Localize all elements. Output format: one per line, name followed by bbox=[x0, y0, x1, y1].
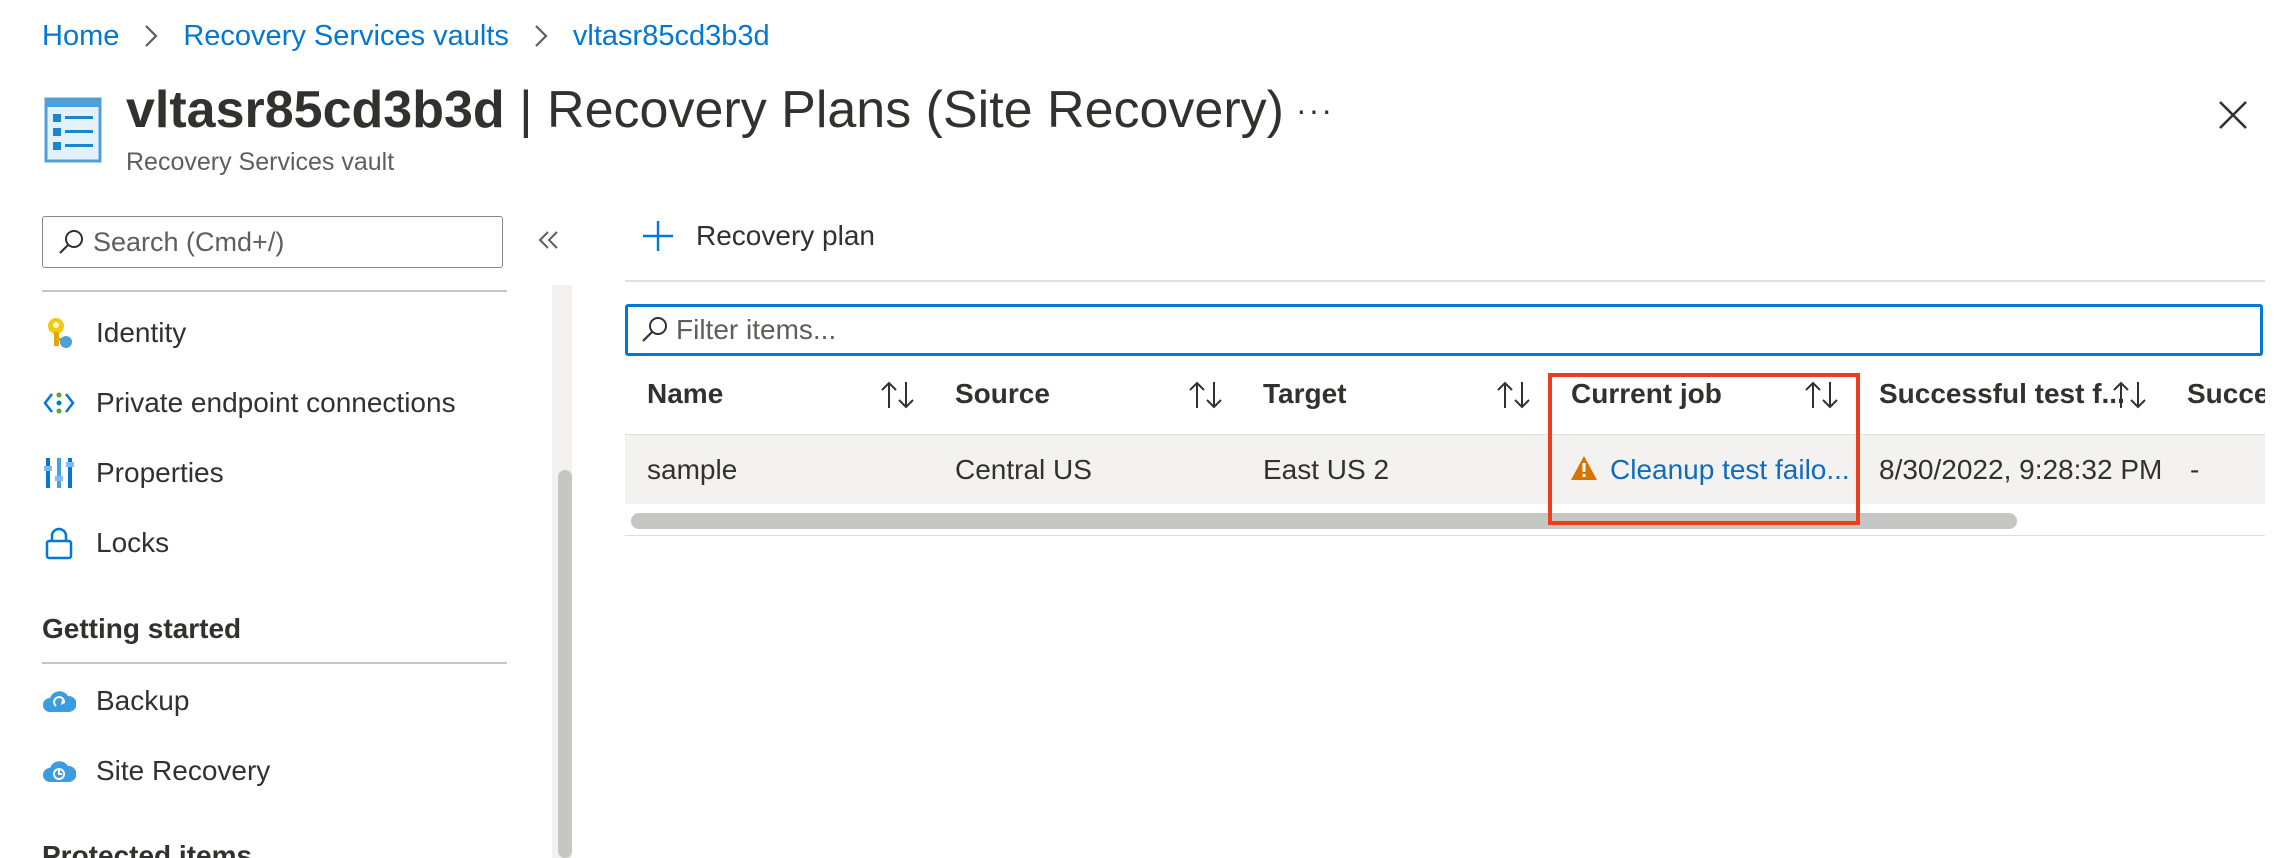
command-bar-divider bbox=[625, 280, 2265, 282]
sort-icon[interactable] bbox=[2110, 378, 2150, 412]
sort-icon[interactable] bbox=[1186, 378, 1226, 412]
current-job-highlight bbox=[1548, 373, 1860, 525]
sidebar-item-backup[interactable]: Backup bbox=[42, 676, 189, 726]
search-icon bbox=[642, 317, 667, 342]
page-subtitle: Recovery Services vault bbox=[126, 148, 395, 176]
sidebar-item-label: Identity bbox=[96, 317, 187, 348]
breadcrumb-home[interactable]: Home bbox=[42, 20, 119, 53]
column-header-target[interactable]: Target bbox=[1263, 378, 1347, 410]
cell-successful-test-failover: 8/30/2022, 9:28:32 PM bbox=[1879, 454, 2163, 485]
cell-source: Central US bbox=[955, 454, 1092, 485]
sidebar-scrollbar-thumb[interactable] bbox=[558, 470, 572, 858]
site-recovery-cloud-icon bbox=[42, 754, 76, 788]
sidebar-item-label: Site Recovery bbox=[96, 755, 271, 786]
add-recovery-plan-label: Recovery plan bbox=[696, 220, 875, 251]
section-divider bbox=[42, 662, 507, 664]
sidebar-item-properties[interactable]: Properties bbox=[42, 448, 224, 498]
backup-cloud-icon bbox=[42, 684, 76, 718]
sidebar-item-site-recovery[interactable]: Site Recovery bbox=[42, 746, 270, 796]
page-title-rest: | Recovery Plans (Site Recovery) bbox=[504, 81, 1284, 139]
breadcrumb-recovery-services-vaults[interactable]: Recovery Services vaults bbox=[183, 20, 509, 53]
vault-name: vltasr85cd3b3d bbox=[126, 81, 505, 139]
add-icon bbox=[643, 221, 673, 251]
column-header-name[interactable]: Name bbox=[647, 378, 723, 410]
sidebar-item-label: Private endpoint connections bbox=[96, 387, 456, 418]
column-header-source[interactable]: Source bbox=[955, 378, 1050, 410]
chevron-right-icon bbox=[535, 25, 548, 47]
sidebar-divider bbox=[42, 290, 507, 292]
page-title: vltasr85cd3b3d | Recovery Plans (Site Re… bbox=[126, 80, 1284, 140]
cell-target: East US 2 bbox=[1263, 454, 1390, 485]
sidebar-search[interactable] bbox=[42, 216, 503, 268]
content-clip bbox=[2265, 280, 2292, 858]
section-title-getting-started: Getting started bbox=[42, 613, 242, 644]
filter-box[interactable] bbox=[625, 304, 2263, 356]
column-header-successful[interactable]: Succe bbox=[2187, 378, 2270, 410]
filter-input[interactable] bbox=[676, 314, 2176, 346]
sidebar-search-input[interactable] bbox=[93, 226, 473, 258]
properties-icon bbox=[42, 456, 76, 490]
sidebar-item-label: Locks bbox=[96, 527, 170, 558]
endpoint-icon bbox=[42, 386, 76, 420]
breadcrumb: Home Recovery Services vaults vltasr85cd… bbox=[42, 18, 770, 54]
sidebar-item-label: Properties bbox=[96, 457, 224, 488]
sort-icon[interactable] bbox=[1494, 378, 1534, 412]
cell-name: sample bbox=[647, 454, 738, 485]
sort-icon[interactable] bbox=[878, 378, 918, 412]
sidebar-item-private-endpoint-connections[interactable]: Private endpoint connections bbox=[42, 378, 456, 428]
more-options-button[interactable]: ··· bbox=[1296, 92, 1334, 129]
column-header-successful-test-failover[interactable]: Successful test f... bbox=[1879, 378, 2125, 410]
chevron-right-icon bbox=[145, 25, 158, 47]
lock-icon bbox=[42, 526, 76, 560]
close-icon[interactable] bbox=[2210, 92, 2256, 138]
recovery-plans-icon bbox=[44, 97, 102, 163]
collapse-sidebar-icon[interactable] bbox=[530, 222, 566, 258]
sidebar-item-identity[interactable]: Identity bbox=[42, 308, 186, 358]
cell-successful: - bbox=[2190, 454, 2200, 485]
section-title-protected-items: Protected items bbox=[42, 840, 253, 858]
add-recovery-plan-button[interactable]: Recovery plan bbox=[640, 218, 875, 254]
key-icon bbox=[42, 316, 76, 350]
sidebar-item-locks[interactable]: Locks bbox=[42, 518, 169, 568]
breadcrumb-vault[interactable]: vltasr85cd3b3d bbox=[573, 20, 770, 53]
search-icon bbox=[59, 230, 83, 254]
sidebar-item-label: Backup bbox=[96, 685, 190, 716]
